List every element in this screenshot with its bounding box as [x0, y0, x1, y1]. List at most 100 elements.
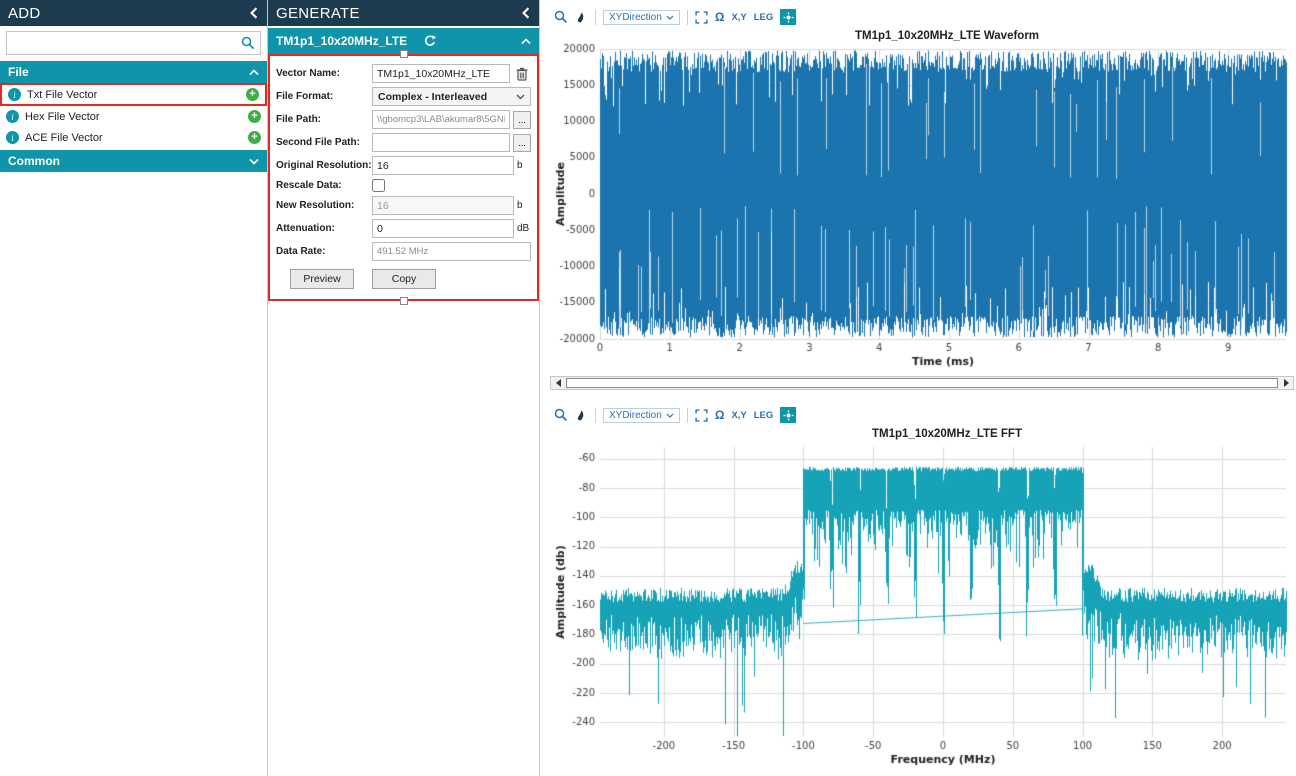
chevron-up-icon: [249, 65, 259, 79]
add-plus-icon[interactable]: +: [246, 88, 259, 101]
field-label: Original Resolution:: [276, 160, 372, 171]
selection-handle-top[interactable]: [400, 50, 408, 58]
chevron-up-icon[interactable]: [521, 38, 531, 45]
unit-label: b: [517, 200, 531, 211]
field-label: Data Rate:: [276, 246, 372, 257]
file-section-label: File: [8, 65, 29, 79]
xy-direction-label: XYDirection: [609, 12, 662, 23]
form-row-file-format: File Format: Complex - Interleaved: [276, 87, 531, 106]
xy-values-toggle[interactable]: X,Y: [731, 12, 746, 23]
selection-handle-bottom[interactable]: [400, 297, 408, 305]
generate-panel-header: GENERATE: [268, 0, 539, 26]
file-path-field[interactable]: [372, 110, 510, 129]
info-icon[interactable]: i: [6, 131, 19, 144]
list-item-label: Hex File Vector: [25, 111, 248, 123]
form-row-attenuation: Attenuation: dB: [276, 219, 531, 238]
add-plus-icon[interactable]: +: [248, 131, 261, 144]
form-row-original-resolution: Original Resolution: b: [276, 156, 531, 175]
chevron-down-icon: [516, 91, 525, 103]
unit-label: b: [517, 160, 531, 171]
fft-chart-title: TM1p1_10x20MHz_LTE FFT: [550, 428, 1294, 440]
add-plus-icon[interactable]: +: [248, 110, 261, 123]
xy-direction-label: XYDirection: [609, 410, 662, 421]
toolbar-separator: [595, 10, 596, 25]
form-actions: Preview Copy: [290, 269, 531, 289]
data-rate-field: [372, 242, 531, 261]
fft-chart-toolbar: XYDirection Ω X,Y LEG: [554, 404, 1294, 426]
legend-toggle[interactable]: LEG: [754, 410, 774, 421]
pan-brush-icon[interactable]: [575, 408, 588, 422]
field-label: Vector Name:: [276, 68, 372, 79]
field-label: Second File Path:: [276, 137, 372, 148]
collapse-panel-icon[interactable]: [249, 7, 259, 19]
vector-header-title: TM1p1_10x20MHz_LTE: [276, 34, 407, 48]
xy-values-toggle[interactable]: X,Y: [731, 410, 746, 421]
scroll-right-icon[interactable]: [1279, 377, 1293, 389]
waveform-chart-title: TM1p1_10x20MHz_LTE Waveform: [550, 30, 1294, 42]
list-item-txt-file-vector[interactable]: i Txt File Vector +: [0, 83, 267, 106]
info-icon[interactable]: i: [6, 110, 19, 123]
xy-direction-dropdown[interactable]: XYDirection: [603, 10, 680, 25]
fit-to-screen-icon[interactable]: [695, 11, 708, 24]
copy-button[interactable]: Copy: [372, 269, 436, 289]
legend-toggle[interactable]: LEG: [754, 12, 774, 23]
pan-brush-icon[interactable]: [575, 10, 588, 24]
list-item-hex-file-vector[interactable]: i Hex File Vector +: [0, 106, 267, 127]
field-label: Attenuation:: [276, 223, 372, 234]
form-row-new-resolution: New Resolution: b: [276, 196, 531, 215]
field-label: File Path:: [276, 114, 372, 125]
field-label: File Format:: [276, 91, 372, 102]
fit-to-screen-icon[interactable]: [695, 409, 708, 422]
common-section-label: Common: [8, 154, 60, 168]
zoom-icon[interactable]: [554, 408, 568, 422]
charts-area: XYDirection Ω X,Y LEG TM1p1_10x20MHz_LTE…: [540, 0, 1296, 776]
list-item-label: Txt File Vector: [27, 89, 246, 101]
scrollbar-thumb[interactable]: [566, 378, 1278, 388]
file-format-select[interactable]: Complex - Interleaved: [372, 87, 531, 106]
list-item-ace-file-vector[interactable]: i ACE File Vector +: [0, 127, 267, 148]
waveform-horizontal-scrollbar[interactable]: [550, 376, 1294, 390]
browse-file-button[interactable]: ...: [513, 111, 531, 129]
generate-panel-title: GENERATE: [276, 5, 360, 22]
list-item-label: ACE File Vector: [25, 132, 248, 144]
vector-name-field[interactable]: [372, 64, 510, 83]
chart-settings-button[interactable]: [780, 9, 796, 25]
toolbar-separator: [595, 408, 596, 423]
add-panel-title: ADD: [8, 5, 41, 22]
toolbar-separator: [687, 408, 688, 423]
add-panel-header: ADD: [0, 0, 267, 26]
file-section-header[interactable]: File: [0, 61, 267, 83]
form-row-rescale-data: Rescale Data:: [276, 179, 531, 192]
autoscale-icon[interactable]: Ω: [715, 408, 725, 422]
search-icon[interactable]: [241, 36, 255, 55]
fft-chart-canvas[interactable]: [550, 441, 1294, 771]
search-input[interactable]: [6, 31, 261, 55]
attenuation-field[interactable]: [372, 219, 514, 238]
common-section-header[interactable]: Common: [0, 150, 267, 172]
rescale-data-checkbox[interactable]: [372, 179, 385, 192]
generate-panel: GENERATE TM1p1_10x20MHz_LTE Vector Name:: [268, 0, 540, 776]
refresh-icon[interactable]: [423, 34, 437, 48]
second-file-path-field[interactable]: [372, 133, 510, 152]
unit-label: dB: [517, 223, 531, 234]
zoom-icon[interactable]: [554, 10, 568, 24]
form-row-file-path: File Path: ...: [276, 110, 531, 129]
chart-settings-button[interactable]: [780, 407, 796, 423]
field-label: Rescale Data:: [276, 180, 372, 191]
xy-direction-dropdown[interactable]: XYDirection: [603, 408, 680, 423]
waveform-chart-toolbar: XYDirection Ω X,Y LEG: [554, 6, 1294, 28]
waveform-chart-canvas[interactable]: [550, 43, 1294, 373]
form-row-second-file-path: Second File Path: ...: [276, 133, 531, 152]
delete-vector-button[interactable]: [513, 65, 531, 83]
original-resolution-field[interactable]: [372, 156, 514, 175]
new-resolution-field: [372, 196, 514, 215]
add-panel: ADD File i Txt File Vector + i Hex File …: [0, 0, 268, 776]
preview-button[interactable]: Preview: [290, 269, 354, 289]
autoscale-icon[interactable]: Ω: [715, 10, 725, 24]
collapse-panel-icon[interactable]: [521, 7, 531, 19]
form-row-data-rate: Data Rate:: [276, 242, 531, 261]
browse-second-file-button[interactable]: ...: [513, 134, 531, 152]
scroll-left-icon[interactable]: [551, 377, 565, 389]
vector-config-form: Vector Name: File Format: Complex - Inte…: [268, 54, 539, 301]
info-icon[interactable]: i: [8, 88, 21, 101]
